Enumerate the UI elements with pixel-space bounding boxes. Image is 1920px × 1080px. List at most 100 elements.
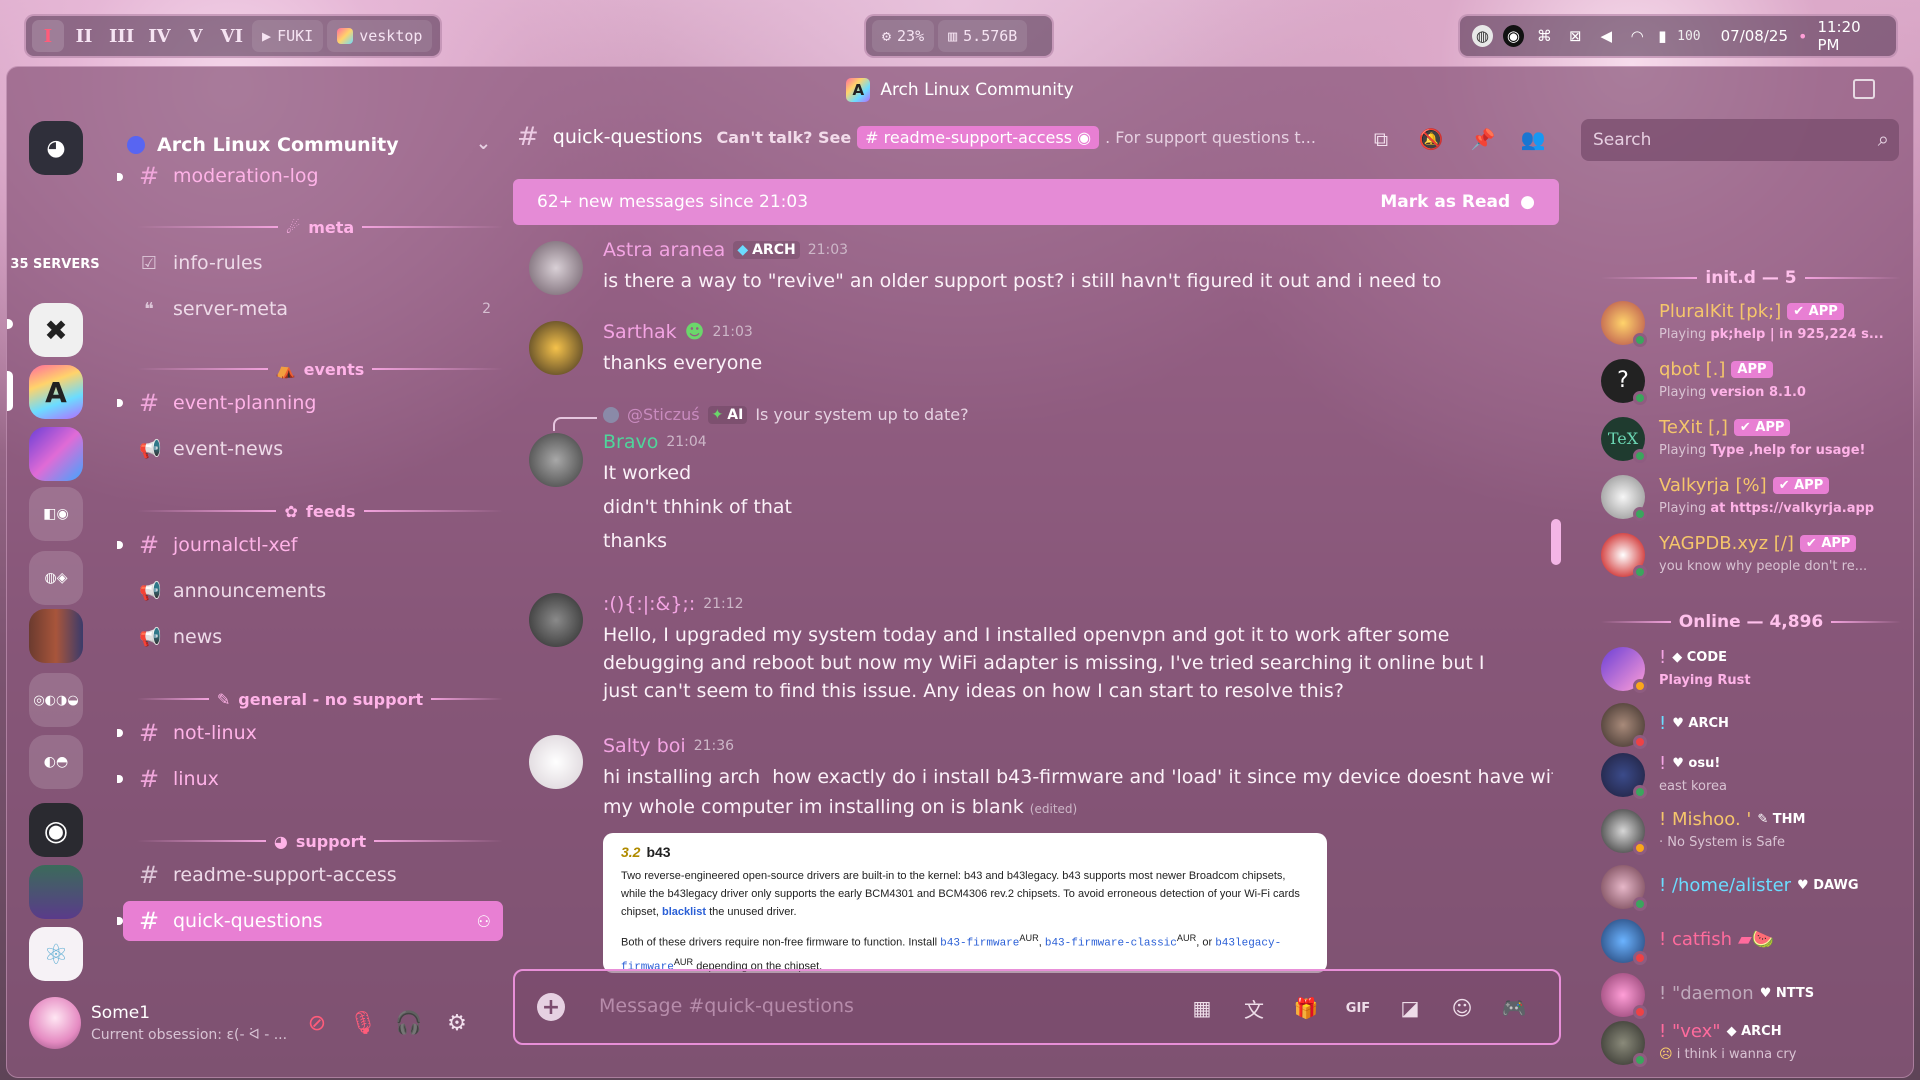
workspace-6[interactable]: VI [216, 20, 248, 52]
member-item[interactable]: ! "vex" ◆ ARCH ☹ i think i wanna cry [1601, 1017, 1901, 1069]
avatar[interactable] [529, 593, 583, 647]
media-player[interactable]: ▶ FUKI [252, 20, 324, 52]
wifi-icon[interactable]: ◠ [1627, 25, 1648, 47]
topic-channel-mention[interactable]: # readme-support-access ◉ [857, 125, 1100, 149]
member-item[interactable]: ! Mishoo. ' ✎ THM · No System is Safe [1601, 805, 1901, 857]
emoji-icon[interactable]: ☺ [1447, 993, 1477, 1023]
channel-journalctl-xef[interactable]: # journalctl-xef [117, 525, 503, 565]
app-tray-icon[interactable]: ⌘ [1534, 25, 1555, 47]
member-item[interactable]: PluralKit [pk;] ✔ APP Playing pk;help | i… [1601, 297, 1901, 349]
channel-server-meta[interactable]: ❝ server-meta 2 [123, 289, 503, 329]
channel-linux[interactable]: # linux [117, 759, 503, 799]
category-general[interactable]: ✎ general - no support [137, 687, 503, 711]
category-meta[interactable]: ☄ meta [137, 215, 503, 239]
avatar[interactable] [529, 241, 583, 295]
gift-icon[interactable]: 🎁 [1291, 993, 1321, 1023]
scrollbar-thumb[interactable] [1551, 519, 1561, 565]
active-app[interactable]: vesktop [327, 20, 433, 52]
server-icon-atom[interactable]: ⚛ [29, 927, 83, 981]
category-events[interactable]: ⛺ events [137, 357, 503, 381]
avatar[interactable] [529, 735, 583, 789]
server-icon-books[interactable] [29, 609, 83, 663]
member-item[interactable]: ! catfish ▰🍉 [1601, 915, 1901, 967]
embedded-image[interactable]: 3.2 b43 Two reverse-engineered open-sourc… [603, 833, 1327, 973]
avatar[interactable] [29, 997, 81, 1049]
member-item[interactable]: YAGPDB.xyz [/] ✔ APP you know why people … [1601, 529, 1901, 581]
guild-header[interactable]: Arch Linux Community ⌄ [127, 125, 497, 165]
new-messages-bar[interactable]: 62+ new messages since 21:03 Mark as Rea… [513, 179, 1559, 225]
add-attachment-button[interactable]: + [537, 993, 565, 1021]
server-icon-crosses[interactable]: ✖ [29, 303, 83, 357]
workspace-2[interactable]: II [68, 20, 100, 52]
embed-link[interactable]: b43-firmware-classic [1045, 938, 1177, 950]
notification-icon[interactable]: ⊠ [1565, 25, 1586, 47]
add-member-icon[interactable]: ⚇ [477, 912, 491, 931]
server-folder-4[interactable]: ◐◓ [29, 735, 83, 789]
mark-as-read-button[interactable]: Mark as Read ● [1380, 192, 1535, 212]
avatar[interactable] [529, 321, 583, 375]
mute-icon[interactable]: 🎙 [345, 1005, 381, 1041]
workspace-3[interactable]: III [104, 20, 139, 52]
home-discord-icon[interactable]: ◕ [29, 121, 83, 175]
gif-icon[interactable]: GIF [1343, 993, 1373, 1023]
channel-quick-questions[interactable]: # quick-questions ⚇ [117, 901, 503, 941]
gamepad-icon[interactable]: 🎮 [1499, 993, 1529, 1023]
channel-topic[interactable]: Can't talk? See # readme-support-access … [716, 125, 1316, 149]
notification-off-icon[interactable]: 🔕 [1417, 125, 1445, 153]
author-name[interactable]: Sarthak [603, 321, 677, 343]
member-item[interactable]: ? qbot [.] APP Playing version 8.1.0 [1601, 355, 1901, 407]
headphones-icon[interactable]: 🎧 [391, 1005, 427, 1041]
server-icon-gradient[interactable] [29, 427, 83, 481]
server-icon-anime[interactable] [29, 865, 83, 919]
category-support[interactable]: ◕ support [137, 829, 503, 853]
channel-info-rules[interactable]: ☑ info-rules [123, 243, 503, 283]
channel-readme-support-access[interactable]: # readme-support-access [123, 855, 503, 895]
vesktop-icon [337, 28, 354, 44]
threads-icon[interactable]: ⧉ [1367, 125, 1395, 153]
server-folder-2[interactable]: ◍◈ [29, 551, 83, 605]
server-folder-3[interactable]: ◎◐◑◒ [29, 673, 83, 727]
member-item[interactable]: TeX TeXit [,] ✔ APP Playing Type ,help fo… [1601, 413, 1901, 465]
globe-icon[interactable]: ◍ [1472, 25, 1493, 47]
author-name[interactable]: Astra aranea [603, 239, 725, 261]
workspace-1[interactable]: I [32, 20, 64, 52]
channel-not-linux[interactable]: # not-linux [117, 713, 503, 753]
translate-icon[interactable]: 文 [1239, 993, 1269, 1023]
server-icon-arch[interactable]: A [29, 365, 83, 419]
camera-off-icon[interactable]: ⊘ [299, 1005, 335, 1041]
embed-link[interactable]: blacklist [662, 906, 706, 918]
inbox-icon[interactable] [1853, 79, 1875, 99]
member-item[interactable]: ! ◆ CODE Playing Rust [1601, 643, 1901, 695]
channel-event-news[interactable]: 📢 event-news [123, 429, 503, 469]
obs-icon[interactable]: ◉ [1502, 25, 1524, 47]
member-item[interactable]: ! ♥ osu! east korea [1601, 749, 1901, 801]
workspace-4[interactable]: IV [143, 20, 175, 52]
calendar-icon[interactable]: ▦ [1187, 993, 1217, 1023]
search-input[interactable]: Search ⌕ [1581, 119, 1899, 161]
battery-icon[interactable]: ▮ [1658, 25, 1668, 47]
channel-moderation-log[interactable]: # moderation-log [117, 161, 503, 191]
volume-icon[interactable]: ◀ [1596, 25, 1617, 47]
member-list-icon[interactable]: 👥 [1519, 125, 1547, 153]
gear-icon[interactable]: ⚙ [439, 1005, 475, 1041]
server-icon-eye[interactable]: ◉ [29, 803, 83, 857]
author-name[interactable]: Bravo [603, 431, 658, 453]
pin-icon[interactable]: 📌 [1469, 125, 1497, 153]
channel-announcements[interactable]: 📢 announcements [123, 571, 503, 611]
workspace-5[interactable]: V [180, 20, 212, 52]
member-item[interactable]: ! ♥ ARCH [1601, 699, 1901, 751]
reply-preview[interactable]: @Sticzuś ✦ AI Is your system up to date? [603, 405, 969, 424]
channel-event-planning[interactable]: # event-planning [117, 383, 503, 423]
category-feeds[interactable]: ✿ feeds [137, 499, 503, 523]
member-item[interactable]: ! /home/alister ♥ DAWG [1601, 861, 1901, 913]
author-name[interactable]: Salty boi [603, 735, 686, 757]
embed-link[interactable]: b43-firmware [940, 938, 1019, 950]
member-item[interactable]: ! "daemon ♥ NTTS [1601, 969, 1901, 1021]
message-composer[interactable]: + Message #quick-questions ▦ 文 🎁 GIF ◪ ☺… [513, 969, 1561, 1045]
server-folder-1[interactable]: ◧◉ [29, 487, 83, 541]
avatar[interactable] [529, 433, 583, 487]
member-item[interactable]: Valkyrja [%] ✔ APP Playing at https://val… [1601, 471, 1901, 523]
author-name[interactable]: :(){:|:&};: [603, 593, 695, 615]
sticker-icon[interactable]: ◪ [1395, 993, 1425, 1023]
channel-news[interactable]: 📢 news [123, 617, 503, 657]
